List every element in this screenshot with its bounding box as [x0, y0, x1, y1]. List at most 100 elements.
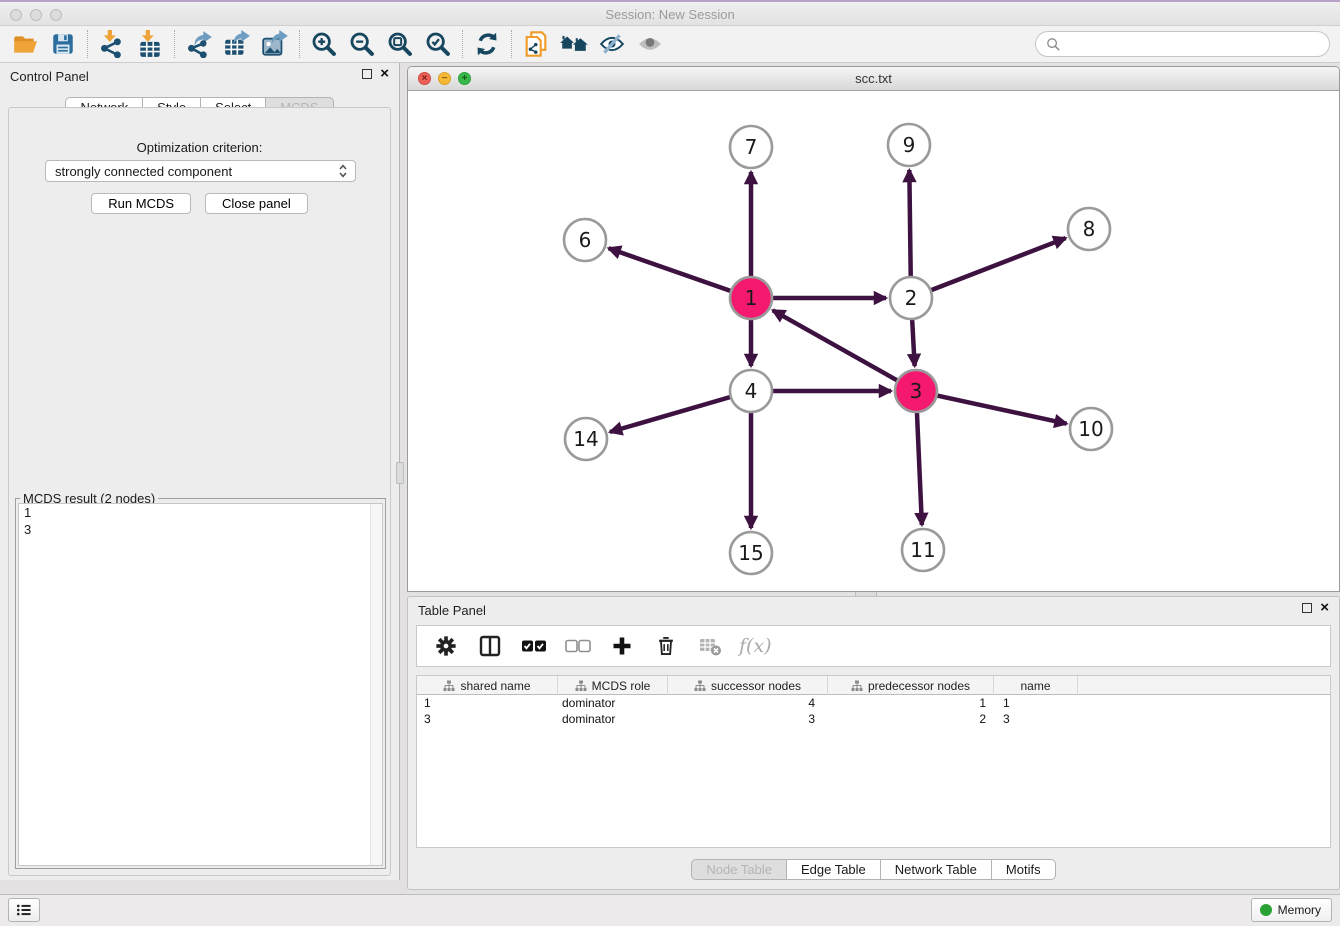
result-line: 1	[19, 504, 382, 521]
graph-edge-2-8[interactable]	[931, 238, 1066, 290]
graph-edge-1-6[interactable]	[609, 248, 732, 291]
hide-selected-button[interactable]	[593, 28, 631, 60]
tab-edge-table[interactable]: Edge Table	[786, 859, 880, 880]
table-panel: Table Panel ×	[407, 596, 1340, 890]
tab-node-table[interactable]: Node Table	[691, 859, 786, 880]
show-task-history-button[interactable]	[8, 898, 40, 922]
titlebar: Session: New Session	[0, 0, 1340, 26]
graph-edge-4-14[interactable]	[610, 397, 731, 432]
save-session-button[interactable]	[44, 28, 82, 60]
deselect-all-button[interactable]	[563, 631, 593, 661]
table-panel-title: Table Panel	[418, 603, 486, 618]
column-visibility-button[interactable]	[475, 631, 505, 661]
memory-button[interactable]: Memory	[1251, 898, 1332, 922]
refresh-view-button[interactable]	[468, 28, 506, 60]
close-panel-icon[interactable]: ×	[380, 67, 389, 81]
graph-node-label: 8	[1083, 217, 1096, 241]
open-file-button[interactable]	[6, 28, 44, 60]
float-panel-icon[interactable]	[1302, 603, 1312, 613]
zoom-in-button[interactable]	[305, 28, 343, 60]
cell-name[interactable]: 1	[994, 695, 1078, 711]
column-header-shared-name[interactable]: shared name	[417, 676, 558, 695]
graph-edge-3-10[interactable]	[937, 395, 1067, 423]
table-settings-button[interactable]	[431, 631, 461, 661]
zoom-out-icon	[348, 30, 376, 58]
cell-shared-name[interactable]: 3	[417, 711, 558, 727]
control-panel: Control Panel × Network Style Select MCD…	[0, 63, 400, 880]
cell-name[interactable]: 3	[994, 711, 1078, 727]
zoom-selected-button[interactable]	[419, 28, 457, 60]
hierarchy-icon	[851, 680, 863, 692]
column-header-successor-nodes[interactable]: successor nodes	[668, 676, 828, 695]
import-network-button[interactable]	[93, 28, 131, 60]
export-image-button[interactable]	[256, 28, 294, 60]
import-table-icon	[136, 30, 164, 58]
table-tabs: Node Table Edge Table Network Table Moti…	[408, 859, 1339, 880]
column-header-predecessor-nodes[interactable]: predecessor nodes	[828, 676, 994, 695]
node-table: shared name MCDS role successor nodes pr…	[416, 675, 1331, 848]
clone-network-button[interactable]	[517, 28, 555, 60]
status-bar: Memory	[0, 894, 1340, 926]
select-all-button[interactable]	[519, 631, 549, 661]
close-panel-icon[interactable]: ×	[1320, 601, 1329, 615]
cell-predecessor-nodes[interactable]: 2	[828, 711, 994, 727]
search-icon	[1046, 37, 1061, 52]
optimization-criterion-select[interactable]: strongly connected component	[45, 160, 356, 182]
column-label: MCDS role	[592, 679, 651, 693]
zoom-out-button[interactable]	[343, 28, 381, 60]
gear-icon	[435, 635, 457, 657]
add-column-button[interactable]	[607, 631, 637, 661]
result-scrollbar[interactable]	[370, 504, 382, 865]
eye-slash-icon	[598, 31, 626, 57]
home-button[interactable]	[555, 28, 593, 60]
tab-network-table[interactable]: Network Table	[880, 859, 991, 880]
close-panel-button[interactable]: Close panel	[205, 193, 308, 214]
import-table-button[interactable]	[131, 28, 169, 60]
graph-node-label: 9	[903, 133, 916, 157]
table-row[interactable]: 3 dominator 3 2 3	[417, 711, 1330, 727]
selected-criterion: strongly connected component	[55, 164, 337, 179]
graph-edge-2-9[interactable]	[909, 170, 910, 277]
show-all-button[interactable]	[631, 28, 669, 60]
table-row[interactable]: 1 dominator 4 1 1	[417, 695, 1330, 711]
cell-successor-nodes[interactable]: 3	[668, 711, 828, 727]
network-window-titlebar[interactable]: × − + scc.txt	[408, 67, 1339, 91]
delete-table-icon	[698, 635, 722, 657]
cell-successor-nodes[interactable]: 4	[668, 695, 828, 711]
cell-shared-name[interactable]: 1	[417, 695, 558, 711]
column-header-mcds-role[interactable]: MCDS role	[558, 676, 668, 695]
delete-column-button[interactable]	[651, 631, 681, 661]
memory-status-icon	[1260, 904, 1272, 916]
network-graph: 7968124314101511	[408, 91, 1339, 591]
tab-motifs[interactable]: Motifs	[991, 859, 1056, 880]
column-label: name	[1020, 679, 1050, 693]
float-panel-icon[interactable]	[362, 69, 372, 79]
column-header-name[interactable]: name	[994, 676, 1078, 695]
graph-node-label: 2	[905, 286, 918, 310]
export-table-button[interactable]	[218, 28, 256, 60]
export-network-button[interactable]	[180, 28, 218, 60]
search-input[interactable]	[1067, 37, 1319, 52]
cell-mcds-role[interactable]: dominator	[558, 695, 668, 711]
vertical-splitter-grip[interactable]	[396, 462, 404, 484]
houses-icon	[559, 31, 589, 57]
delete-table-button[interactable]	[695, 631, 725, 661]
function-builder-button[interactable]: f(x)	[739, 635, 772, 657]
trash-icon	[655, 634, 677, 658]
cell-mcds-role[interactable]: dominator	[558, 711, 668, 727]
graph-node-label: 11	[910, 538, 935, 562]
graph-edge-3-11[interactable]	[917, 412, 922, 525]
network-view-window: × − + scc.txt 7968124314101511	[407, 66, 1340, 592]
hierarchy-icon	[575, 680, 587, 692]
zoom-fit-button[interactable]	[381, 28, 419, 60]
export-image-icon	[261, 30, 289, 58]
cell-predecessor-nodes[interactable]: 1	[828, 695, 994, 711]
control-panel-title: Control Panel	[10, 69, 89, 84]
graph-edge-2-3[interactable]	[912, 319, 915, 366]
network-canvas[interactable]: 7968124314101511	[408, 91, 1339, 591]
mcds-result-list[interactable]: 1 3	[18, 503, 383, 866]
run-mcds-button[interactable]: Run MCDS	[91, 193, 191, 214]
optimization-criterion-label: Optimization criterion:	[9, 140, 390, 155]
graph-edge-3-1[interactable]	[773, 310, 898, 380]
graph-node-label: 14	[573, 427, 598, 451]
